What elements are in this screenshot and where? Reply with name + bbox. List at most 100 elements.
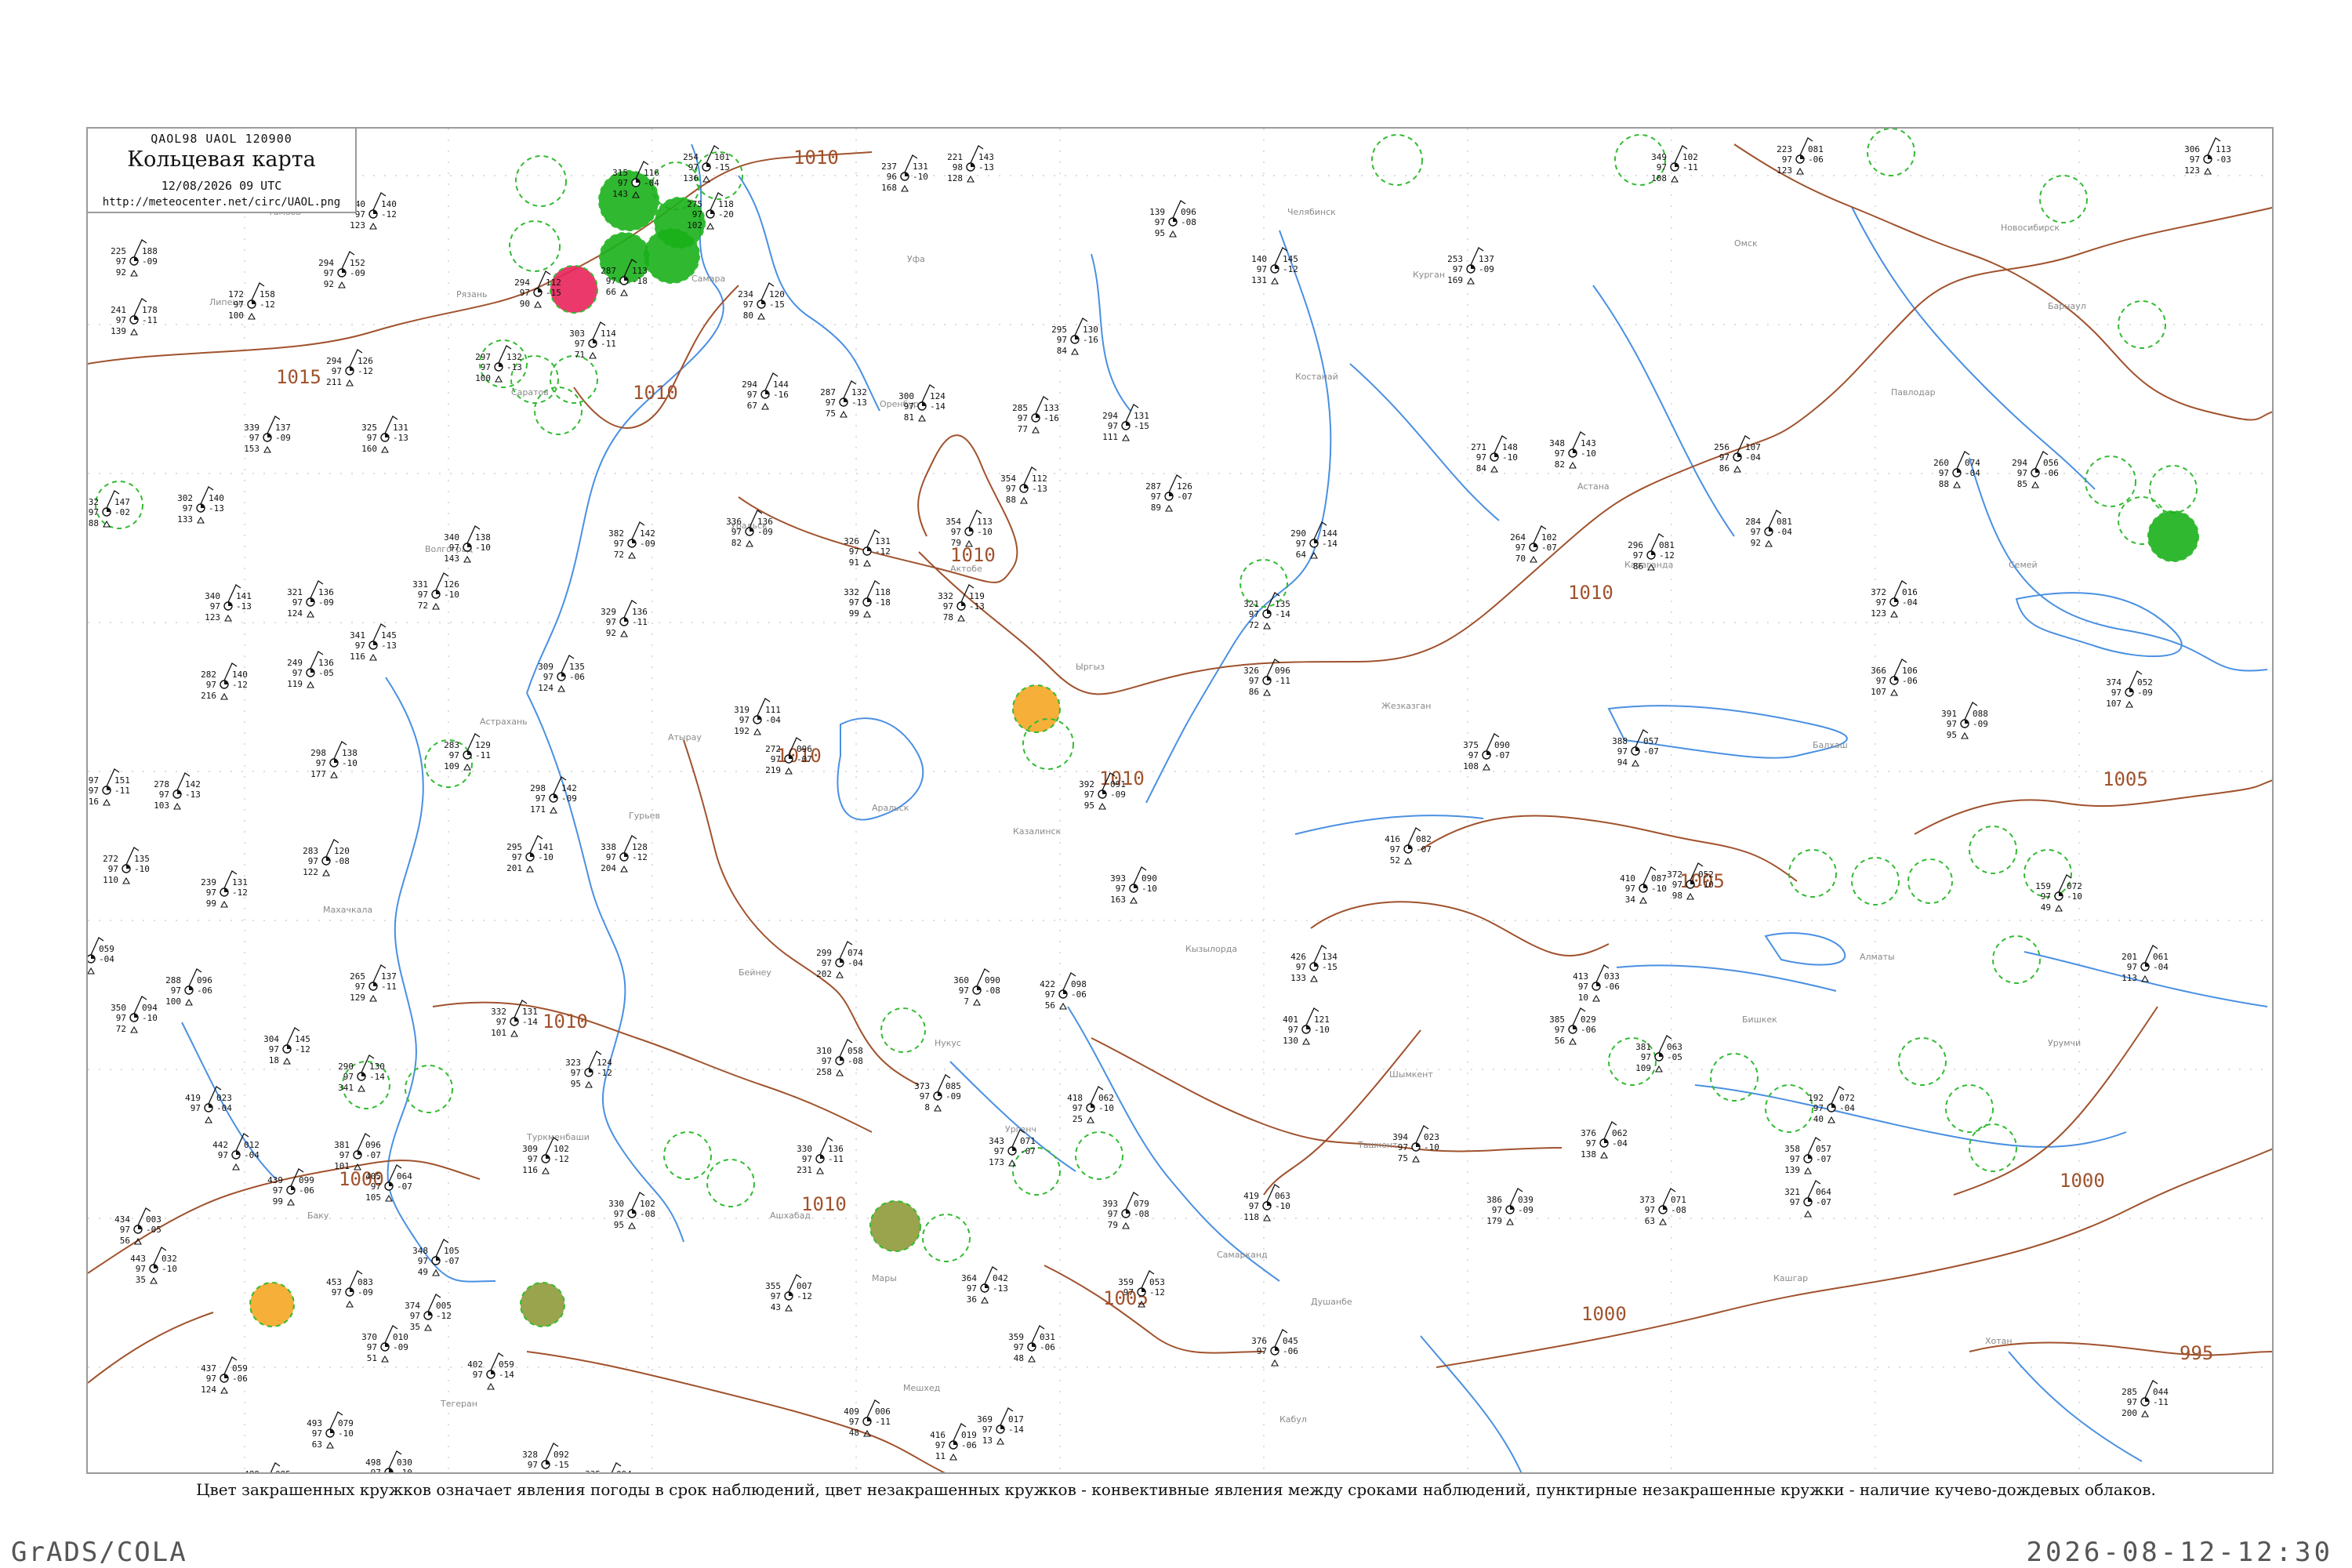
station-value: -11 — [828, 1154, 844, 1164]
station-value: 112 — [546, 278, 561, 288]
tendency-mark — [1098, 802, 1106, 810]
tendency-mark — [1733, 465, 1741, 473]
station-plot: 283 120 97 -08 122 — [303, 839, 350, 877]
cloud-cover-mark — [224, 1374, 228, 1378]
station-value: 97 — [1782, 154, 1792, 165]
station-value: 332 — [88, 497, 99, 507]
station-value: 136 — [757, 517, 773, 527]
station-value: 099 — [299, 1175, 314, 1185]
station-plot: 240 14097 -12123 — [350, 192, 397, 230]
station-plot: 382 142 97 -09 72 — [608, 521, 655, 560]
station-value: -09 — [1110, 789, 1126, 800]
station-plot: 410 087 97 -10 34 — [1620, 866, 1667, 905]
station-value: -10 — [397, 1468, 412, 1474]
station-value: 48 — [1014, 1353, 1024, 1363]
tendency-mark — [1796, 167, 1804, 175]
station-plot: 498 030 97 -10 — [365, 1450, 412, 1474]
station-value: -10 — [444, 590, 459, 600]
station-value: 132 — [851, 387, 867, 397]
station-plot: 275 118 97 -20 102 — [687, 192, 734, 230]
cloud-cover-mark — [2129, 688, 2133, 692]
station-value: 298 — [530, 783, 546, 793]
station-plot: 358 057 97 -07 139 — [1784, 1137, 1831, 1175]
station-value: 323 — [565, 1058, 581, 1068]
station-value: 393 — [1102, 1199, 1118, 1209]
station-name: Мешхед — [903, 1383, 941, 1393]
station-value: 133 — [1044, 403, 1059, 413]
station-value: -05 — [146, 1225, 162, 1235]
cloud-cover-mark — [209, 1104, 212, 1108]
station-plot: 330 136 97 -11 231 — [797, 1137, 844, 1175]
tendency-mark — [1122, 1221, 1130, 1229]
station-plot: 172 158 97 -12 100 — [228, 282, 275, 321]
legend-caption: Цвет закрашенных кружков означает явлени… — [196, 1480, 2156, 1499]
station-value: 039 — [1518, 1195, 1534, 1205]
station-value: 34 — [1625, 895, 1636, 905]
tendency-mark — [1483, 763, 1490, 771]
tendency-mark — [1592, 994, 1600, 1002]
station-value: 131 — [875, 536, 891, 546]
station-value: 97 — [355, 641, 365, 651]
station-value: 48 — [849, 1428, 859, 1438]
station-value: 090 — [1494, 740, 1510, 750]
station-value: -12 — [295, 1044, 310, 1054]
station-value: 89 — [1151, 503, 1161, 513]
isobar-label: 1000 — [1581, 1303, 1627, 1325]
cloud-cover-mark — [706, 163, 710, 167]
tendency-mark — [557, 684, 565, 692]
station-value: 019 — [961, 1430, 977, 1440]
station-value: 023 — [216, 1093, 232, 1103]
cloud-cover-mark — [589, 1069, 593, 1073]
station-value: -10 — [1314, 1025, 1330, 1035]
station-plot: 343 071 97 -07 173 — [989, 1129, 1036, 1167]
station-value: -11 — [601, 339, 616, 349]
station-plot: 272 135 97 -10 110 — [103, 847, 150, 885]
station-value: 254 — [683, 152, 699, 162]
station-plot: 253 137 97 -09 169 — [1447, 247, 1494, 285]
station-value: 97 — [575, 339, 585, 349]
station-value: 97 — [418, 1256, 428, 1266]
station-value: -04 — [765, 715, 781, 725]
station-value: -16 — [1083, 335, 1098, 345]
station-value: -12 — [260, 299, 275, 310]
station-value: 82 — [1555, 459, 1565, 470]
cb-circle — [2149, 465, 2198, 514]
tendency-mark — [1804, 1210, 1812, 1218]
cloud-cover-mark — [1471, 265, 1475, 269]
station-value: 91 — [849, 557, 859, 568]
tendency-mark — [746, 539, 753, 547]
station-value: 192 — [1808, 1093, 1824, 1103]
cloud-cover-mark — [514, 1018, 518, 1022]
station-name: Хотан — [1985, 1336, 2013, 1346]
station-value: 096 — [365, 1140, 381, 1150]
tendency-mark — [2141, 975, 2149, 982]
tendency-mark — [103, 798, 111, 806]
station-value: 97 — [1813, 1103, 1824, 1113]
cloud-cover-mark — [1573, 1025, 1577, 1029]
station-value: -10 — [913, 172, 928, 182]
station-value: 97 — [120, 1225, 130, 1235]
station-plot: 294 126 97 -12 211 — [326, 349, 373, 387]
cloud-cover-mark — [953, 1441, 957, 1445]
station-value: -09 — [1973, 719, 1988, 729]
station-value: 98 — [1672, 891, 1682, 901]
cloud-cover-mark — [1604, 1139, 1608, 1143]
station-value: -13 — [993, 1283, 1008, 1294]
tendency-mark — [185, 998, 193, 1006]
station-value: 005 — [436, 1301, 452, 1311]
station-value: 373 — [1639, 1195, 1655, 1205]
station-value: 079 — [1134, 1199, 1149, 1209]
station-value: -14 — [1322, 539, 1338, 549]
station-value: 97 — [2017, 468, 2027, 478]
station-value: 163 — [1110, 895, 1126, 905]
station-value: 064 — [397, 1171, 412, 1181]
station-value: 18 — [269, 1055, 279, 1065]
cloud-cover-mark — [154, 1265, 158, 1269]
tendency-mark — [949, 1453, 957, 1461]
tendency-mark — [358, 1084, 365, 1092]
station-value: 294 — [326, 356, 342, 366]
station-value: 118 — [1243, 1212, 1259, 1222]
station-name: Урумчи — [2048, 1038, 2081, 1048]
station-value: 090 — [1142, 873, 1157, 884]
station-value: 135 — [1275, 599, 1290, 609]
